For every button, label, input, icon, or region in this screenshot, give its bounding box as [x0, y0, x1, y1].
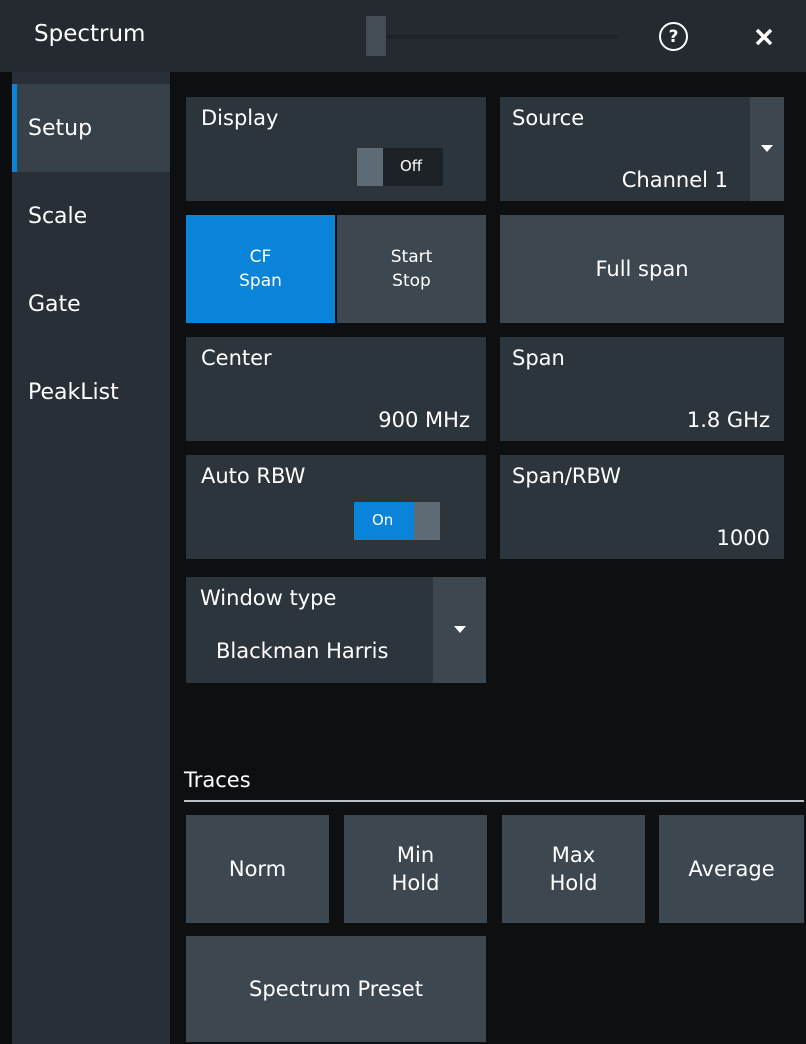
toggle-state: On — [372, 511, 394, 529]
toggle-state: Off — [400, 157, 423, 175]
span-rbw-label: Span/RBW — [512, 464, 621, 488]
display-tile[interactable]: Display Off — [186, 97, 486, 201]
auto-rbw-label: Auto RBW — [201, 464, 306, 488]
full-span-button[interactable]: Full span — [500, 215, 784, 323]
cf-span-button[interactable]: CF Span — [186, 215, 335, 323]
window-type-dropdown-button[interactable] — [433, 577, 486, 683]
sidebar-item-label: Setup — [28, 116, 93, 141]
source-value: Channel 1 — [621, 168, 728, 192]
center-value: 900 MHz — [378, 408, 470, 432]
display-label: Display — [201, 106, 279, 130]
center-field[interactable]: Center 900 MHz — [186, 337, 486, 441]
sidebar: Setup Scale Gate PeakList — [12, 72, 170, 1044]
sidebar-item-label: Gate — [28, 292, 81, 317]
help-icon[interactable]: ? — [659, 22, 688, 51]
auto-rbw-tile[interactable]: Auto RBW On — [186, 455, 486, 559]
start-stop-button[interactable]: Start Stop — [337, 215, 486, 323]
source-label: Source — [512, 106, 585, 130]
sidebar-item-label: Scale — [28, 204, 88, 229]
sidebar-item-setup[interactable]: Setup — [12, 84, 170, 172]
sidebar-item-scale[interactable]: Scale — [12, 172, 170, 260]
transparency-slider-track[interactable] — [386, 35, 618, 39]
sidebar-item-gate[interactable]: Gate — [12, 260, 170, 348]
window-type-label: Window type — [200, 586, 337, 610]
section-divider — [184, 800, 804, 802]
transparency-slider-handle[interactable] — [366, 16, 386, 56]
chevron-down-icon — [454, 626, 466, 633]
window-type-value: Blackman Harris — [216, 639, 389, 663]
trace-max-hold-button[interactable]: Max Hold — [502, 815, 645, 923]
center-label: Center — [201, 346, 272, 370]
spectrum-preset-button[interactable]: Spectrum Preset — [186, 936, 486, 1042]
dialog-title: Spectrum — [34, 21, 146, 47]
traces-section-title: Traces — [184, 768, 251, 792]
span-rbw-field[interactable]: Span/RBW 1000 — [500, 455, 784, 559]
chevron-down-icon — [761, 145, 773, 152]
sidebar-item-label: PeakList — [28, 380, 119, 405]
span-label: Span — [512, 346, 565, 370]
window-type-field[interactable]: Window type Blackman Harris — [186, 577, 433, 683]
sidebar-edge — [0, 72, 12, 1044]
source-field[interactable]: Source Channel 1 — [500, 97, 750, 201]
trace-norm-button[interactable]: Norm — [186, 815, 329, 923]
source-dropdown-button[interactable] — [750, 97, 784, 201]
auto-rbw-toggle[interactable]: On — [354, 502, 440, 540]
close-icon[interactable] — [744, 19, 784, 55]
title-bar: Spectrum ? — [0, 0, 806, 72]
trace-average-button[interactable]: Average — [659, 815, 804, 923]
toggle-knob — [414, 502, 440, 540]
trace-min-hold-button[interactable]: Min Hold — [344, 815, 487, 923]
span-rbw-value: 1000 — [716, 526, 770, 550]
sidebar-item-peaklist[interactable]: PeakList — [12, 348, 170, 436]
span-value: 1.8 GHz — [686, 408, 770, 432]
span-field[interactable]: Span 1.8 GHz — [500, 337, 784, 441]
toggle-knob — [357, 148, 383, 186]
display-toggle[interactable]: Off — [357, 148, 443, 186]
